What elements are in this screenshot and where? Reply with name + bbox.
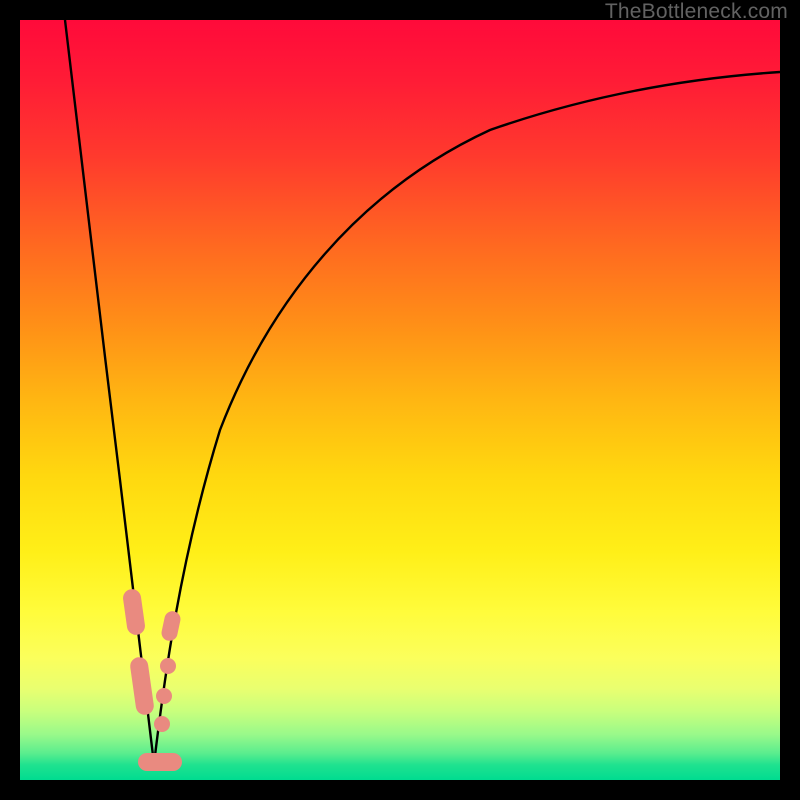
watermark-text: TheBottleneck.com <box>605 0 788 24</box>
chart-svg <box>20 20 780 780</box>
chart-frame: TheBottleneck.com <box>0 0 800 800</box>
marker-right-dot-1 <box>160 658 176 674</box>
right-branch-line <box>154 72 780 764</box>
curve-group <box>65 20 780 764</box>
plot-area <box>20 20 780 780</box>
left-branch-line <box>65 20 154 764</box>
marker-right-dot-3 <box>154 716 170 732</box>
marker-right-cap-1 <box>160 610 182 643</box>
marker-bottom-blob <box>138 753 182 771</box>
marker-left-cluster-bottom <box>129 656 155 716</box>
marker-right-dot-2 <box>156 688 172 704</box>
marker-left-cluster-top <box>122 588 146 636</box>
